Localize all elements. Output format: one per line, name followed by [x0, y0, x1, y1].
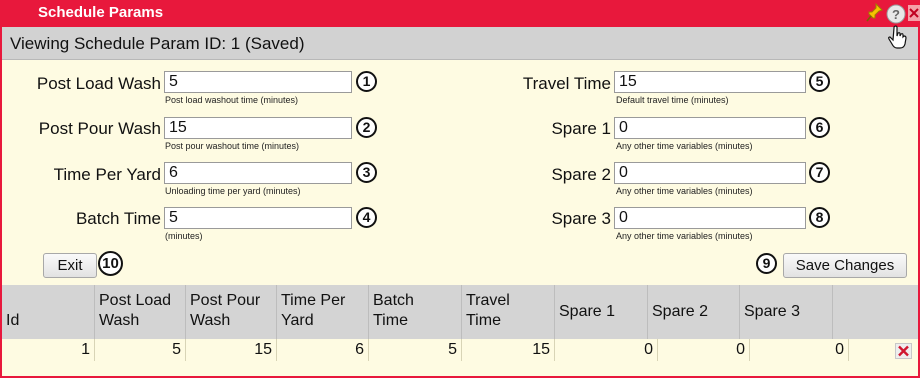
spare-2-input[interactable]: [614, 162, 806, 184]
cell-spare-2: 0: [658, 339, 750, 361]
pin-icon[interactable]: [866, 2, 884, 28]
schedule-params-window: Schedule Params ? Viewing Schedule Param…: [0, 0, 920, 378]
spare-1-hint: Any other time variables (minutes): [616, 141, 753, 151]
cell-spare-3: 0: [750, 339, 849, 361]
col-header-post-load-wash[interactable]: Post Load Wash: [95, 285, 186, 339]
cell-spare-1: 0: [555, 339, 658, 361]
col-header-spare-1[interactable]: Spare 1: [555, 285, 648, 339]
hand-cursor-icon: [888, 25, 908, 54]
spare-2-hint: Any other time variables (minutes): [616, 186, 753, 196]
cell-travel-time: 15: [462, 339, 555, 361]
time-per-yard-hint: Unloading time per yard (minutes): [165, 186, 301, 196]
travel-time-label: Travel Time: [522, 74, 611, 93]
spare-1-input[interactable]: [614, 117, 806, 139]
cell-id: 1: [2, 339, 95, 361]
spare-1-label: Spare 1: [551, 119, 611, 138]
post-load-wash-hint: Post load washout time (minutes): [165, 95, 299, 105]
spare-3-input[interactable]: [614, 207, 806, 229]
spare-3-label: Spare 3: [551, 209, 611, 228]
marker-2: 2: [356, 117, 377, 138]
marker-9: 9: [756, 253, 777, 274]
marker-3: 3: [356, 162, 377, 183]
time-per-yard-label: Time Per Yard: [53, 165, 161, 184]
exit-button[interactable]: Exit: [43, 253, 97, 278]
travel-time-hint: Default travel time (minutes): [616, 95, 729, 105]
col-header-travel-time[interactable]: Travel Time: [462, 285, 555, 339]
post-pour-wash-label: Post Pour Wash: [38, 119, 161, 138]
time-per-yard-input[interactable]: [164, 162, 352, 184]
col-header-batch-time[interactable]: Batch Time: [369, 285, 462, 339]
spare-2-label: Spare 2: [551, 165, 611, 184]
col-header-spare-2[interactable]: Spare 2: [648, 285, 740, 339]
marker-6: 6: [809, 117, 830, 138]
title-bar: Schedule Params ?: [2, 0, 920, 28]
travel-time-input[interactable]: [614, 71, 806, 93]
marker-1: 1: [356, 71, 377, 92]
close-icon[interactable]: [908, 5, 920, 26]
cell-time-per-yard: 6: [277, 339, 369, 361]
cell-batch-time: 5: [369, 339, 462, 361]
table-row[interactable]: 1 5 15 6 5 15 0 0 0: [2, 339, 918, 361]
window-title: Schedule Params: [38, 4, 164, 21]
marker-4: 4: [356, 207, 377, 228]
col-header-id[interactable]: Id: [2, 285, 95, 339]
col-header-time-per-yard[interactable]: Time Per Yard: [277, 285, 369, 339]
marker-8: 8: [809, 207, 830, 228]
col-header-spare-3[interactable]: Spare 3: [740, 285, 833, 339]
marker-10: 10: [98, 251, 123, 276]
cell-post-pour-wash: 15: [186, 339, 277, 361]
marker-7: 7: [809, 162, 830, 183]
batch-time-label: Batch Time: [75, 209, 161, 228]
save-changes-button[interactable]: Save Changes: [783, 253, 907, 278]
params-form: Post Load Wash Post load washout time (m…: [2, 60, 918, 285]
col-header-post-pour-wash[interactable]: Post Pour Wash: [186, 285, 277, 339]
batch-time-input[interactable]: [164, 207, 352, 229]
cell-post-load-wash: 5: [95, 339, 186, 361]
status-header: Viewing Schedule Param ID: 1 (Saved): [2, 25, 918, 60]
svg-text:?: ?: [892, 7, 900, 22]
grid-header: Id Post Load Wash Post Pour Wash Time Pe…: [2, 285, 918, 339]
col-header-actions: [833, 285, 918, 339]
marker-5: 5: [809, 71, 830, 92]
post-pour-wash-hint: Post pour washout time (minutes): [165, 141, 300, 151]
post-load-wash-label: Post Load Wash: [36, 74, 161, 93]
batch-time-hint: (minutes): [165, 231, 203, 241]
post-load-wash-input[interactable]: [164, 71, 352, 93]
post-pour-wash-input[interactable]: [164, 117, 352, 139]
status-text: Viewing Schedule Param ID: 1 (Saved): [10, 34, 305, 53]
spare-3-hint: Any other time variables (minutes): [616, 231, 753, 241]
delete-row-icon[interactable]: [895, 343, 912, 359]
